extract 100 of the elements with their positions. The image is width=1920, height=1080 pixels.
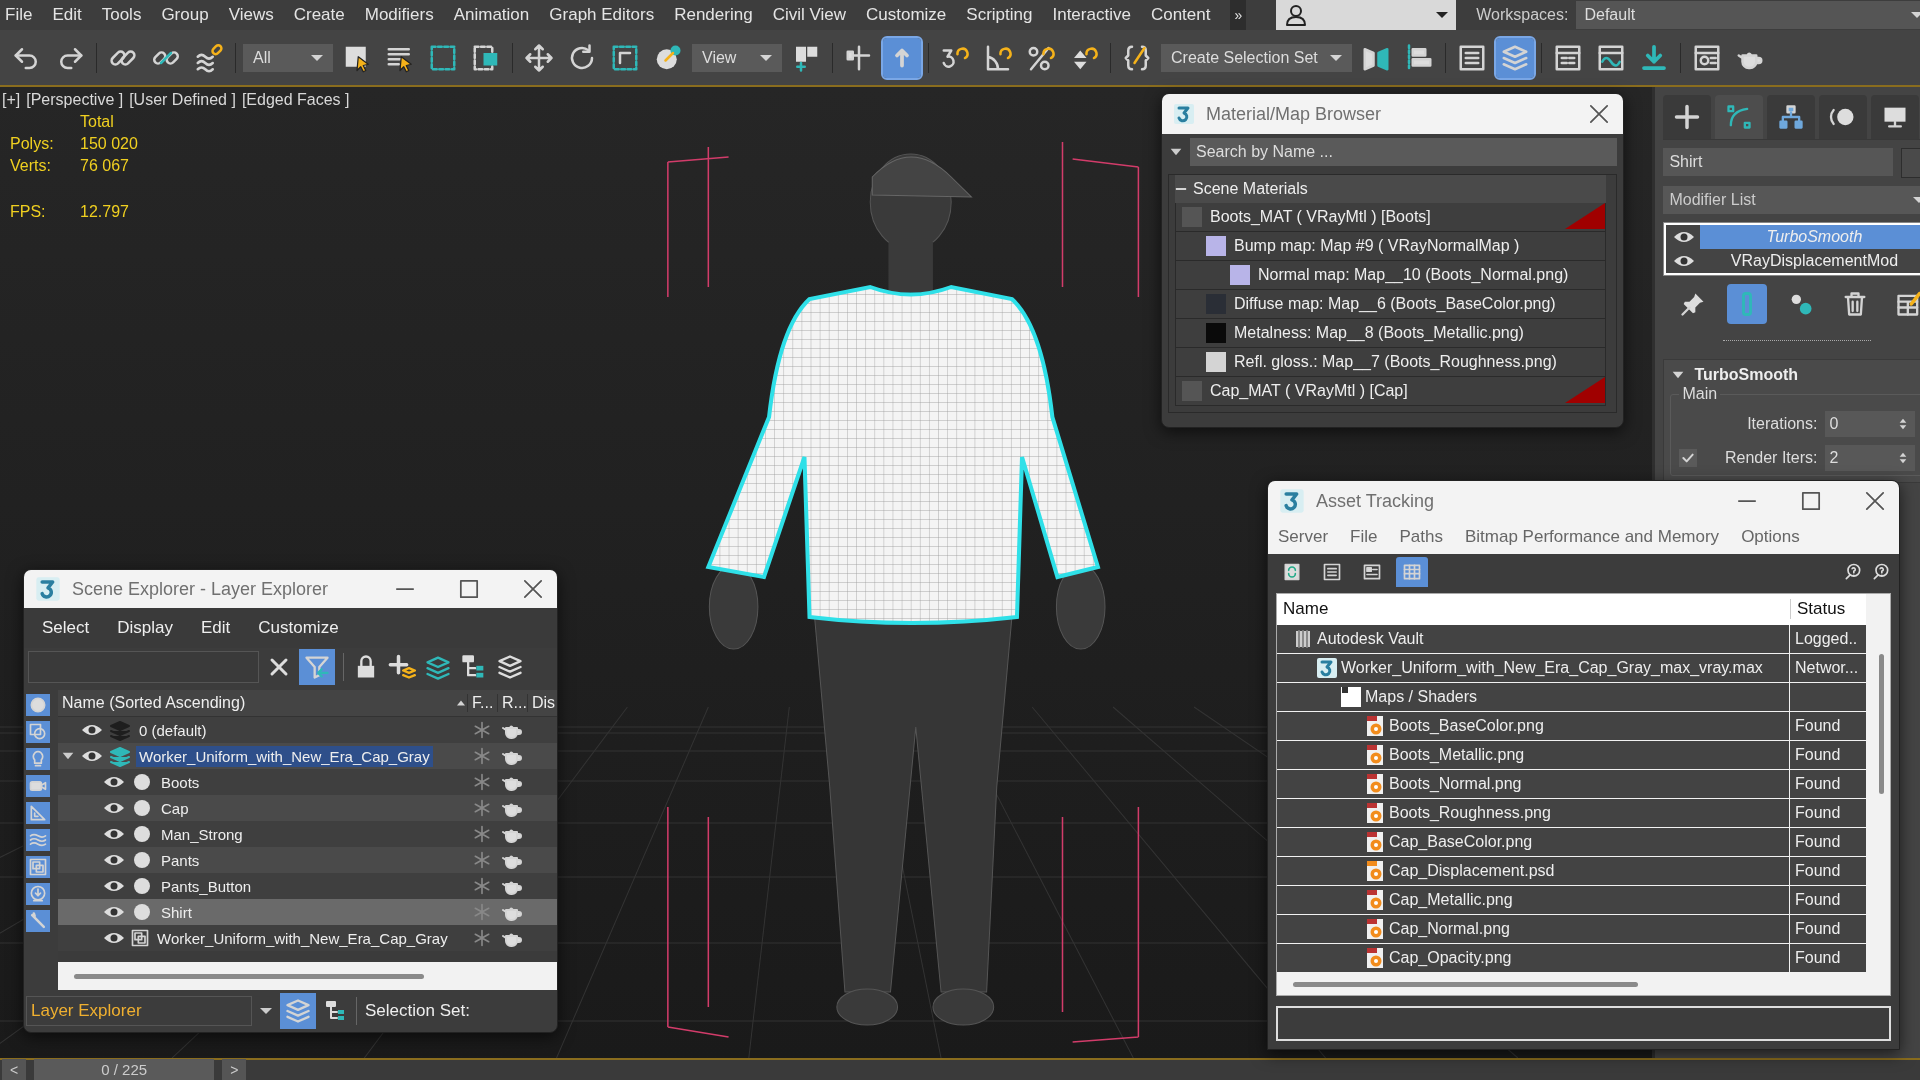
menu-item[interactable]: Bitmap Performance and Memory [1464,527,1720,548]
toolbar-dropdown[interactable]: View [692,43,782,72]
tree-item[interactable]: Pants [158,849,203,871]
path-field[interactable] [1276,1006,1891,1041]
stat-value: 76 067 [80,157,130,175]
menu-item[interactable]: Graph Editors [549,5,655,25]
asset-name[interactable]: Autodesk Vault [1317,629,1424,648]
menu-item[interactable]: Create [293,5,345,25]
menu-item[interactable]: Paths [1399,527,1443,548]
configure-icon [1895,290,1920,318]
layers-icon[interactable] [496,653,524,681]
frame-counter[interactable]: 0 / 225 [34,1059,215,1080]
end-result-button[interactable] [1727,284,1768,324]
object-name-field[interactable]: Shirt [1663,148,1894,176]
search-field[interactable]: Search by Name ... [1190,138,1617,166]
iterations-label: Iterations: [1747,415,1818,433]
menu-item[interactable]: Options [1741,527,1800,548]
column-header[interactable]: Name [1277,599,1790,620]
help-icon[interactable] [1843,562,1863,583]
display-tab[interactable] [1871,95,1920,139]
toolbar-dropdown[interactable]: Create Selection Set [1161,43,1352,72]
menu-item[interactable]: Civil View [772,5,846,25]
column-header[interactable]: F... [467,694,497,712]
menu-item[interactable]: Display [117,618,173,638]
motion-tab[interactable] [1819,95,1868,139]
tree-item[interactable]: Boots [158,771,203,793]
viewport-label[interactable]: [User Defined ] [129,91,236,109]
column-header[interactable]: R... [497,694,527,712]
iterations-spinner[interactable]: 0 [1825,411,1916,437]
hierarchy-tab[interactable] [1767,95,1816,139]
menu-item[interactable]: Modifiers [364,5,434,25]
asset-name[interactable]: Worker_Uniform_with_New_Era_Cap_Gray_max_vray.max [1341,658,1763,677]
checkbox[interactable] [1679,449,1698,467]
snowflake-icon[interactable] [472,928,492,948]
next-frame-button[interactable]: > [222,1059,247,1080]
menu-item[interactable]: Animation [453,5,530,25]
menu-overflow[interactable]: » [1230,0,1247,30]
snowflake-icon[interactable] [472,720,492,740]
asset-name[interactable]: Cap_BaseColor.png [1389,832,1533,851]
asset-name[interactable]: Cap_Opacity.png [1389,948,1512,967]
menu-item[interactable]: Tools [101,5,142,25]
asset-name[interactable]: Maps / Shaders [1365,687,1478,706]
vertical-scrollbar[interactable] [1879,653,1884,794]
menu-item[interactable]: Customize [258,618,339,638]
workspace-dropdown[interactable]: Default [1576,1,1920,29]
snowflake-icon[interactable] [472,798,492,818]
menu-item[interactable]: Customize [866,5,947,25]
tree-item[interactable]: Man_Strong [158,823,246,845]
viewport-label[interactable]: [Edged Faces ] [241,91,350,109]
tree-item[interactable]: Worker_Uniform_with_New_Era_Cap_Gray [136,745,433,767]
rollout-title[interactable]: TurboSmooth [1694,366,1799,384]
snowflake-icon[interactable] [472,746,492,766]
snowflake-icon[interactable] [472,850,492,870]
table-view-button[interactable] [1396,557,1428,588]
menu-item[interactable]: Rendering [674,5,753,25]
menu-item[interactable]: Content [1150,5,1211,25]
column-header[interactable]: Name (Sorted Ascending) [62,694,246,712]
horizontal-scrollbar[interactable] [58,962,557,990]
column-header[interactable]: Dis [527,694,557,712]
asset-status: Networ... [1795,658,1859,677]
snowflake-icon[interactable] [472,772,492,792]
render-iters-spinner[interactable]: 2 [1825,445,1916,471]
asset-name[interactable]: Boots_Roughness.png [1389,803,1551,822]
menu-item[interactable]: Server [1278,527,1329,548]
column-header[interactable]: Status [1790,599,1866,620]
section-header[interactable]: Scene Materials [1175,175,1606,203]
snowflake-icon[interactable] [472,824,492,844]
menu-item[interactable]: File [1350,527,1378,548]
asset-name[interactable]: Boots_Normal.png [1389,774,1522,793]
menu-item[interactable]: Interactive [1052,5,1131,25]
menu-item[interactable]: Edit [52,5,82,25]
menu-item[interactable]: Scripting [966,5,1033,25]
menu-item[interactable]: Edit [201,618,231,638]
tree-item[interactable]: Pants_Button [158,875,255,897]
asset-name[interactable]: Cap_Normal.png [1389,919,1510,938]
menu-item[interactable]: Group [161,5,209,25]
toolbar-dropdown[interactable]: All [243,43,333,72]
create-tab[interactable] [1663,95,1712,139]
add-layer-icon[interactable] [388,653,416,681]
modifier-list-dropdown[interactable]: Modifier List [1663,186,1920,214]
previous-frame-button[interactable]: < [2,1059,27,1080]
menu-item[interactable]: Select [42,618,90,638]
snowflake-icon[interactable] [472,876,492,896]
search-field[interactable] [28,651,259,683]
viewport-label[interactable]: [+] [2,91,21,109]
asset-name[interactable]: Cap_Metallic.png [1389,890,1513,909]
asset-name[interactable]: Boots_BaseColor.png [1389,716,1544,735]
user-account-field[interactable] [1276,0,1457,30]
explorer-mode-dropdown[interactable]: Layer Explorer [26,996,252,1026]
caret-icon[interactable] [260,1008,272,1014]
viewport-label[interactable]: [Perspective ] [26,91,124,109]
modify-tab[interactable] [1715,95,1764,139]
asset-name[interactable]: Cap_Displacement.psd [1389,861,1555,880]
tree-item[interactable]: 0 (default) [136,719,210,741]
tree-item[interactable]: Shirt [158,901,195,923]
menu-item[interactable]: Views [228,5,274,25]
menu-item[interactable]: File [5,5,33,25]
help-icon[interactable] [1871,562,1891,583]
tree-item[interactable]: Cap [158,797,192,819]
asset-name[interactable]: Boots_Metallic.png [1389,745,1525,764]
